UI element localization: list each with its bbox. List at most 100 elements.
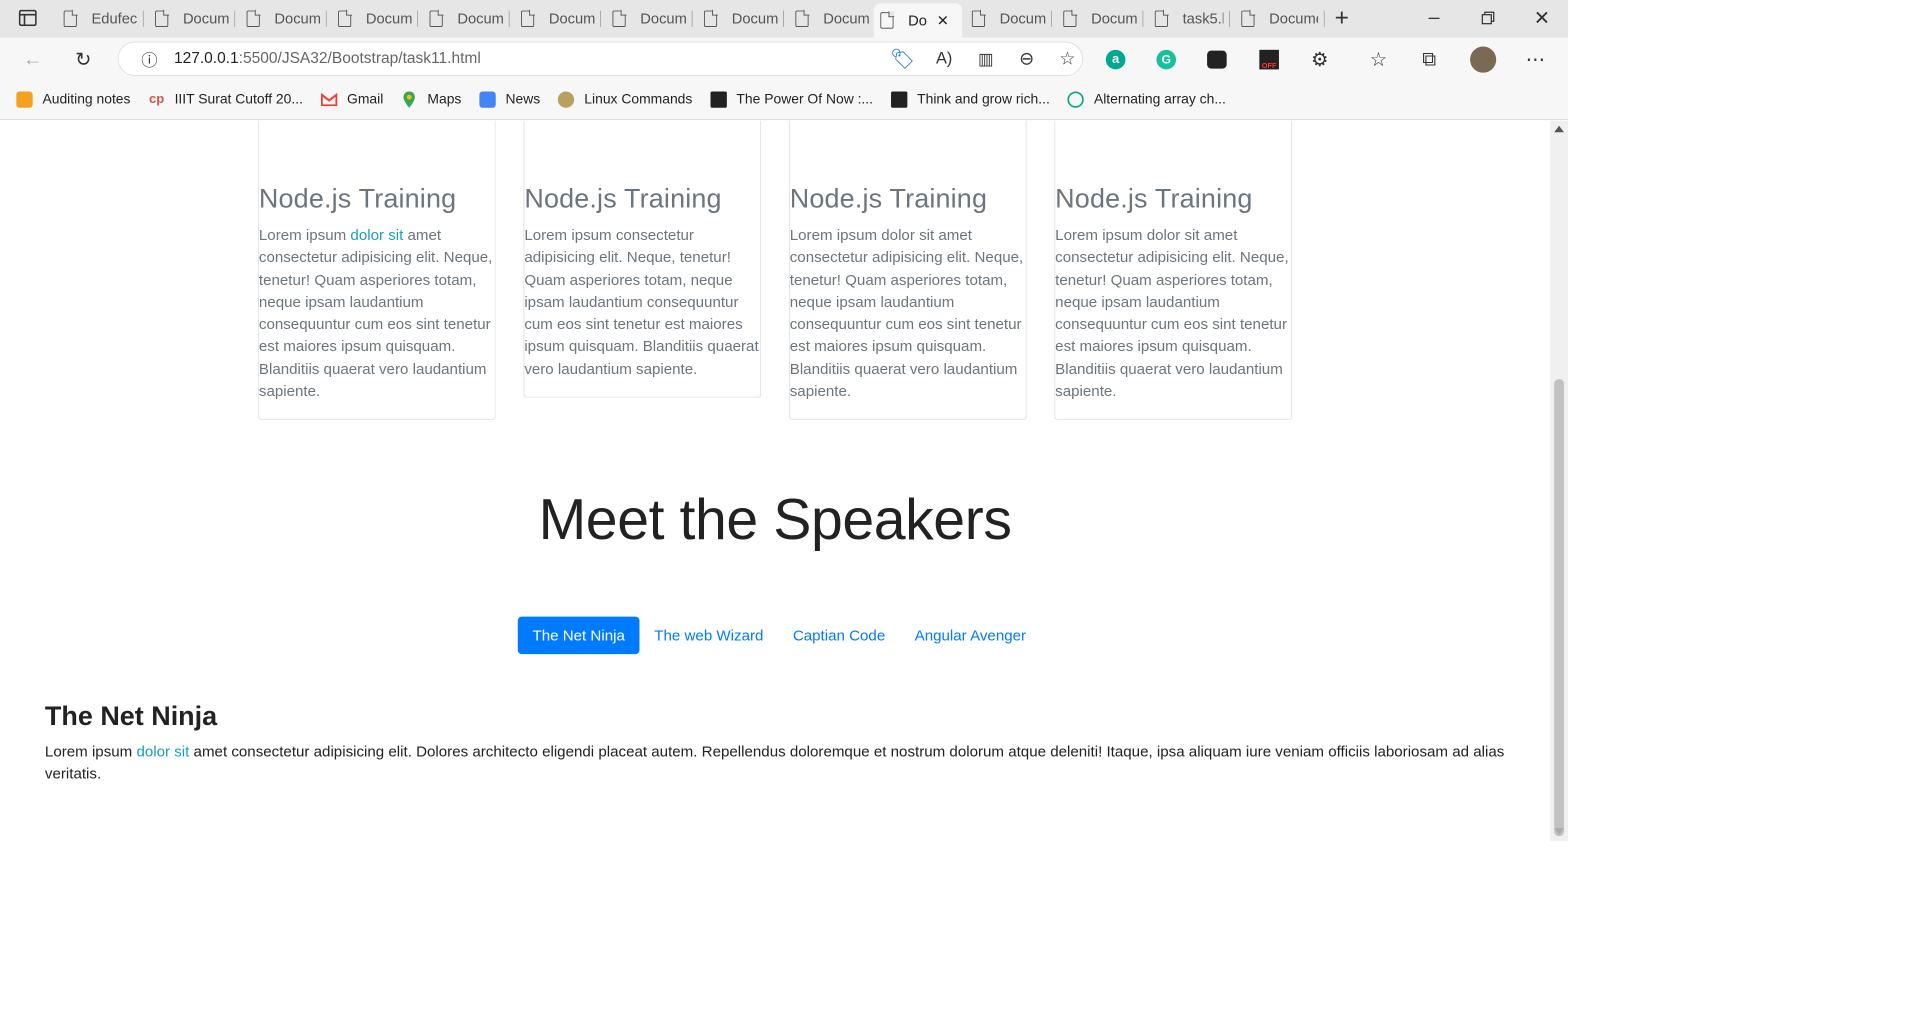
bookmark-think-grow-rich[interactable]: Think and grow rich... [890, 91, 1050, 108]
pill-the-web-wizard[interactable]: The web Wizard [640, 617, 779, 655]
browser-tab[interactable]: Docume [423, 6, 510, 32]
card-text: Lorem ipsum dolor sit amet consectetur a… [1055, 224, 1291, 402]
zoom-out-icon[interactable]: ⊖ [1012, 44, 1041, 73]
edufect-favicon-icon [63, 9, 78, 27]
bookmark-auditing-notes[interactable]: Auditing notes [16, 91, 131, 108]
browser-tab[interactable]: Docume [1057, 6, 1144, 32]
browser-tab[interactable]: Docume [697, 6, 785, 32]
address-bar[interactable]: ⓘ 127.0.0.1:5500/JSA32/Bootstrap/task11.… [117, 41, 1083, 76]
collections-icon[interactable]: ⧉ [1415, 45, 1444, 74]
card-title: Node.js Training [789, 182, 988, 214]
card-text-part: Lorem ipsum dolor sit amet consectetur a… [1055, 226, 1289, 400]
page-icon [971, 9, 986, 27]
course-card: Node.js Training Lorem ipsum consectetur… [523, 120, 762, 398]
linux-favicon-icon [558, 91, 575, 108]
bookmark-maps[interactable]: Maps [401, 91, 461, 108]
browser-tab[interactable]: Docume [515, 6, 602, 32]
page-icon [246, 9, 261, 27]
browser-tab[interactable]: Edufect [57, 6, 144, 32]
page-icon [703, 9, 718, 27]
restore-icon[interactable] [1473, 3, 1502, 32]
browser-tab[interactable]: Do ✕ [873, 3, 963, 38]
chatgpt-favicon-icon [1067, 91, 1085, 108]
new-tab-icon[interactable]: + [1327, 3, 1356, 32]
refresh-icon[interactable]: ↻ [69, 45, 98, 74]
url-text[interactable]: 127.0.0.1:5500/JSA32/Bootstrap/task11.ht… [174, 50, 481, 68]
favorite-add-icon[interactable]: ☆ [1053, 44, 1082, 73]
course-card: Node.js Training Lorem ipsum dolor sit a… [258, 120, 496, 420]
page-icon [880, 11, 895, 29]
card-text-part: Lorem ipsum dolor sit amet consectetur a… [789, 226, 1024, 400]
tab-label: Docume [548, 10, 595, 27]
extension-off-icon[interactable]: OFF [1254, 45, 1283, 74]
card-text: Lorem ipsum dolor sit amet consectetur a… [790, 224, 1026, 402]
page-icon [521, 9, 535, 27]
pill-captian-code[interactable]: Captian Code [778, 617, 900, 655]
bookmark-linux-commands[interactable]: Linux Commands [558, 91, 692, 108]
tab-actions-icon[interactable] [13, 3, 42, 32]
bookmark-label: Auditing notes [42, 91, 131, 107]
extension-mask-icon[interactable] [1202, 45, 1231, 74]
site-info-icon[interactable]: ⓘ [135, 44, 164, 73]
page-scrollbar[interactable] [1550, 120, 1569, 842]
tab-label: Docume [457, 10, 504, 27]
profile-avatar[interactable] [1468, 45, 1497, 74]
browser-tab[interactable]: Docume [332, 6, 419, 32]
pill-the-net-ninja[interactable]: The Net Ninja [517, 616, 640, 655]
minimize-icon[interactable]: – [1419, 3, 1448, 32]
bookmark-news[interactable]: News [479, 91, 540, 108]
tab-separator [691, 10, 693, 27]
scrollbar-thumb[interactable] [1554, 378, 1564, 837]
browser-tab[interactable]: Docume [606, 6, 693, 32]
close-tab-icon[interactable]: ✕ [937, 12, 949, 29]
read-aloud-icon[interactable]: A) [929, 44, 958, 73]
tab-separator [1229, 10, 1230, 27]
browser-tab[interactable]: Docume [1235, 6, 1325, 32]
page-icon [612, 9, 627, 27]
speaker-bio: Lorem ipsum dolor sit amet consectetur a… [45, 740, 1515, 785]
browser-tab[interactable]: Docume [789, 6, 876, 32]
close-window-icon[interactable]: ✕ [1527, 3, 1556, 32]
browser-tab[interactable]: Docume [965, 6, 1052, 32]
tab-separator [783, 10, 785, 27]
tab-label: Docume [731, 10, 778, 27]
favorites-icon[interactable]: ☆ [1364, 45, 1393, 74]
speaker-bio-link[interactable]: dolor sit [136, 742, 189, 759]
coupon-tag-icon[interactable]: 🏷 [888, 44, 917, 73]
browser-tab[interactable]: task5.ht [1148, 6, 1230, 32]
tab-label: Docume [365, 10, 412, 27]
back-icon[interactable]: ← [18, 45, 47, 74]
page-icon [155, 9, 170, 27]
bookmark-favicon-icon [16, 91, 33, 108]
bookmark-alternating-array[interactable]: Alternating array ch... [1067, 91, 1226, 108]
tab-label: Edufect [91, 10, 138, 27]
tab-label: Do [908, 11, 927, 29]
pill-angular-avenger[interactable]: Angular Avenger [900, 617, 1041, 655]
tab-label: Docume [640, 10, 687, 27]
extension-a-icon[interactable]: a [1101, 45, 1130, 74]
bookmark-label: Think and grow rich... [917, 91, 1050, 107]
page-viewport: Node.js Training Lorem ipsum dolor sit a… [0, 120, 1551, 842]
more-menu-icon[interactable]: ⋯ [1521, 45, 1550, 74]
tab-label: Docume [1091, 10, 1137, 27]
archive-favicon-icon [710, 91, 727, 108]
page-icon [795, 9, 810, 27]
news-icon [479, 91, 496, 108]
bookmark-power-of-now[interactable]: The Power Of Now :... [710, 91, 873, 108]
immersive-reader-icon[interactable]: ▥ [971, 44, 1000, 73]
scroll-down-icon[interactable] [1554, 828, 1564, 835]
archive-favicon-icon [890, 91, 908, 108]
bookmark-gmail[interactable]: Gmail [320, 91, 383, 107]
browser-tab[interactable]: Docume [240, 6, 327, 32]
card-title: Node.js Training [258, 182, 457, 214]
tab-separator [325, 10, 327, 27]
speaker-bio-part: Lorem ipsum [44, 742, 137, 760]
bookmark-iiit-surat[interactable]: cp IIIT Surat Cutoff 20... [148, 91, 303, 107]
card-text-part: amet consectetur adipisicing elit. Neque… [258, 226, 493, 400]
card-link[interactable]: dolor sit [350, 226, 403, 243]
bookmark-label: Alternating array ch... [1093, 91, 1226, 107]
scroll-up-icon[interactable] [1554, 125, 1564, 133]
extensions-puzzle-icon[interactable]: ⚙ [1305, 45, 1334, 74]
grammarly-icon[interactable]: G [1152, 45, 1181, 74]
browser-tab[interactable]: Docume [149, 6, 236, 32]
